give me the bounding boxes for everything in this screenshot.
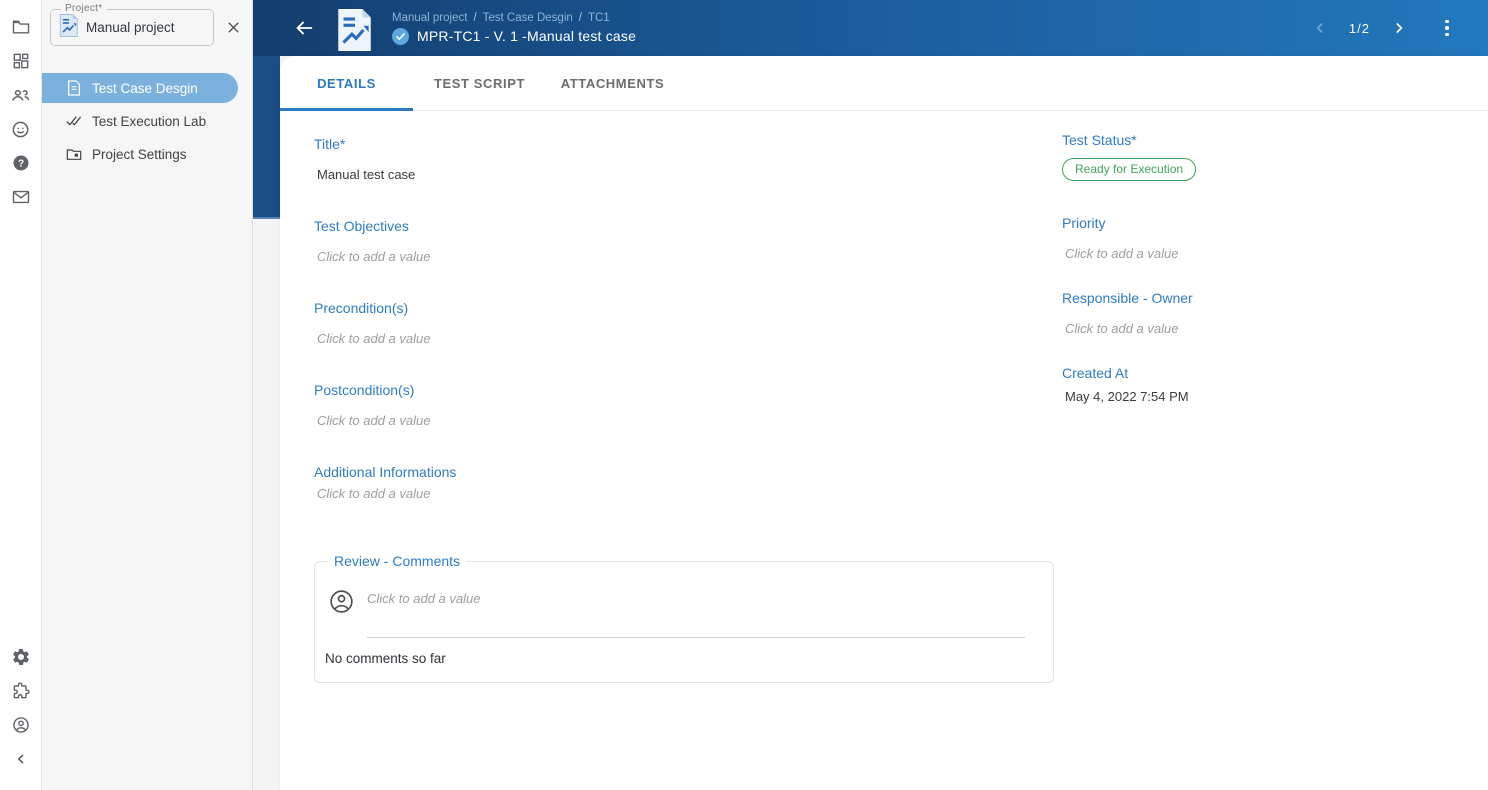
app-window: ? Project* Manual project Test Case Desg… — [0, 0, 1488, 790]
breadcrumb: Manual project / Test Case Desgin / TC1 — [392, 12, 636, 24]
double-check-icon — [66, 113, 82, 129]
form-left-column: Title* Manual test case Test Objectives … — [314, 111, 1062, 683]
form-right-column: Test Status* Ready for Execution Priorit… — [1062, 111, 1422, 683]
folder-icon[interactable] — [8, 14, 34, 40]
more-options-icon[interactable] — [1434, 13, 1460, 43]
additional-informations-placeholder[interactable]: Click to add a value — [314, 486, 1062, 501]
svg-text:?: ? — [17, 159, 23, 170]
sidebar-item-label: Test Case Desgin — [92, 80, 198, 96]
no-comments-text: No comments so far — [325, 651, 446, 666]
main-area: Manual project / Test Case Desgin / TC1 … — [253, 0, 1488, 790]
responsible-owner-placeholder[interactable]: Click to add a value — [1062, 321, 1422, 336]
preconditions-placeholder[interactable]: Click to add a value — [314, 331, 1062, 346]
field-priority: Priority Click to add a value — [1062, 215, 1422, 261]
comment-input[interactable]: Click to add a value — [367, 588, 1025, 638]
project-select-value: Manual project — [86, 20, 175, 35]
status-check-icon — [392, 27, 409, 45]
field-label: Priority — [1062, 215, 1106, 231]
users-icon[interactable] — [8, 82, 34, 108]
details-form: Title* Manual test case Test Objectives … — [280, 111, 1488, 683]
field-title: Title* Manual test case — [314, 136, 1062, 182]
test-objectives-placeholder[interactable]: Click to add a value — [314, 249, 1062, 264]
field-created-at: Created At May 4, 2022 7:54 PM — [1062, 365, 1422, 404]
created-at-value: May 4, 2022 7:54 PM — [1065, 389, 1189, 404]
sidebar: Project* Manual project Test Case Desgin — [42, 0, 253, 790]
sidebar-nav: Test Case Desgin Test Execution Lab Proj… — [42, 73, 252, 169]
field-responsible-owner: Responsible - Owner Click to add a value — [1062, 290, 1422, 336]
folder-settings-icon — [66, 146, 82, 162]
sidebar-item-label: Project Settings — [92, 146, 187, 162]
mail-icon[interactable] — [8, 184, 34, 210]
settings-icon[interactable] — [8, 644, 34, 670]
field-label: Additional Informations — [314, 464, 457, 480]
priority-placeholder[interactable]: Click to add a value — [1062, 246, 1422, 261]
field-label: Title* — [314, 136, 346, 152]
field-label: Test Status* — [1062, 132, 1137, 148]
field-test-status: Test Status* Ready for Execution — [1062, 132, 1422, 181]
tab-bar: DETAILS TEST SCRIPT ATTACHMENTS — [280, 56, 1488, 111]
field-label: Created At — [1062, 365, 1129, 381]
field-postconditions: Postcondition(s) Click to add a value — [314, 382, 1062, 428]
project-select[interactable]: Project* Manual project — [50, 3, 214, 46]
back-arrow-icon[interactable] — [290, 14, 318, 42]
tab-test-script[interactable]: TEST SCRIPT — [413, 56, 546, 110]
sidebar-item-test-execution-lab[interactable]: Test Execution Lab — [42, 106, 252, 136]
account-icon[interactable] — [8, 712, 34, 738]
field-label: Postcondition(s) — [314, 382, 415, 398]
breadcrumb-item[interactable]: TC1 — [588, 12, 610, 24]
postconditions-placeholder[interactable]: Click to add a value — [314, 413, 1062, 428]
extensions-icon[interactable] — [8, 678, 34, 704]
field-additional-informations: Additional Informations Click to add a v… — [314, 464, 1062, 501]
comment-placeholder: Click to add a value — [367, 591, 481, 606]
page-title: MPR-TC1 - V. 1 -Manual test case — [417, 28, 637, 44]
collapse-icon[interactable] — [8, 746, 34, 772]
tab-attachments[interactable]: ATTACHMENTS — [546, 56, 679, 110]
sidebar-item-label: Test Execution Lab — [92, 113, 207, 129]
breadcrumb-project[interactable]: Manual project — [392, 12, 467, 24]
details-card: DETAILS TEST SCRIPT ATTACHMENTS Title* M… — [280, 56, 1488, 790]
tab-details[interactable]: DETAILS — [280, 56, 413, 111]
support-icon[interactable] — [8, 116, 34, 142]
field-label: Responsible - Owner — [1062, 290, 1193, 306]
field-preconditions: Precondition(s) Click to add a value — [314, 300, 1062, 346]
page-counter: 1/2 — [1348, 20, 1370, 36]
test-case-doc-icon — [336, 8, 372, 52]
topbar-actions: 1/2 — [1305, 13, 1488, 43]
dashboard-icon[interactable] — [8, 48, 34, 74]
header-texts: Manual project / Test Case Desgin / TC1 … — [392, 12, 636, 45]
project-doc-icon — [59, 13, 78, 42]
breadcrumb-separator: / — [473, 11, 477, 24]
breadcrumb-separator: / — [578, 11, 582, 24]
topbar: Manual project / Test Case Desgin / TC1 … — [253, 0, 1488, 56]
sidebar-item-test-case-design[interactable]: Test Case Desgin — [42, 73, 238, 103]
help-icon[interactable]: ? — [8, 150, 34, 176]
breadcrumb-section[interactable]: Test Case Desgin — [483, 12, 573, 24]
review-comments-legend: Review - Comments — [328, 553, 467, 569]
close-project-icon[interactable] — [220, 15, 246, 41]
project-select-label: Project* — [61, 3, 107, 14]
next-page-icon[interactable] — [1384, 13, 1414, 43]
field-label: Precondition(s) — [314, 300, 409, 316]
title-value[interactable]: Manual test case — [314, 167, 1062, 182]
document-icon — [66, 80, 82, 96]
field-test-objectives: Test Objectives Click to add a value — [314, 218, 1062, 264]
sidebar-item-project-settings[interactable]: Project Settings — [42, 139, 252, 169]
content-area: DETAILS TEST SCRIPT ATTACHMENTS Title* M… — [253, 56, 1488, 790]
field-label: Test Objectives — [314, 218, 409, 234]
test-status-badge[interactable]: Ready for Execution — [1062, 158, 1197, 181]
icon-rail: ? — [0, 0, 42, 790]
prev-page-icon[interactable] — [1305, 13, 1335, 43]
review-comments-section: Review - Comments Click to add a value N… — [314, 553, 1054, 683]
decorative-strip — [253, 56, 280, 219]
avatar-icon — [328, 588, 355, 615]
